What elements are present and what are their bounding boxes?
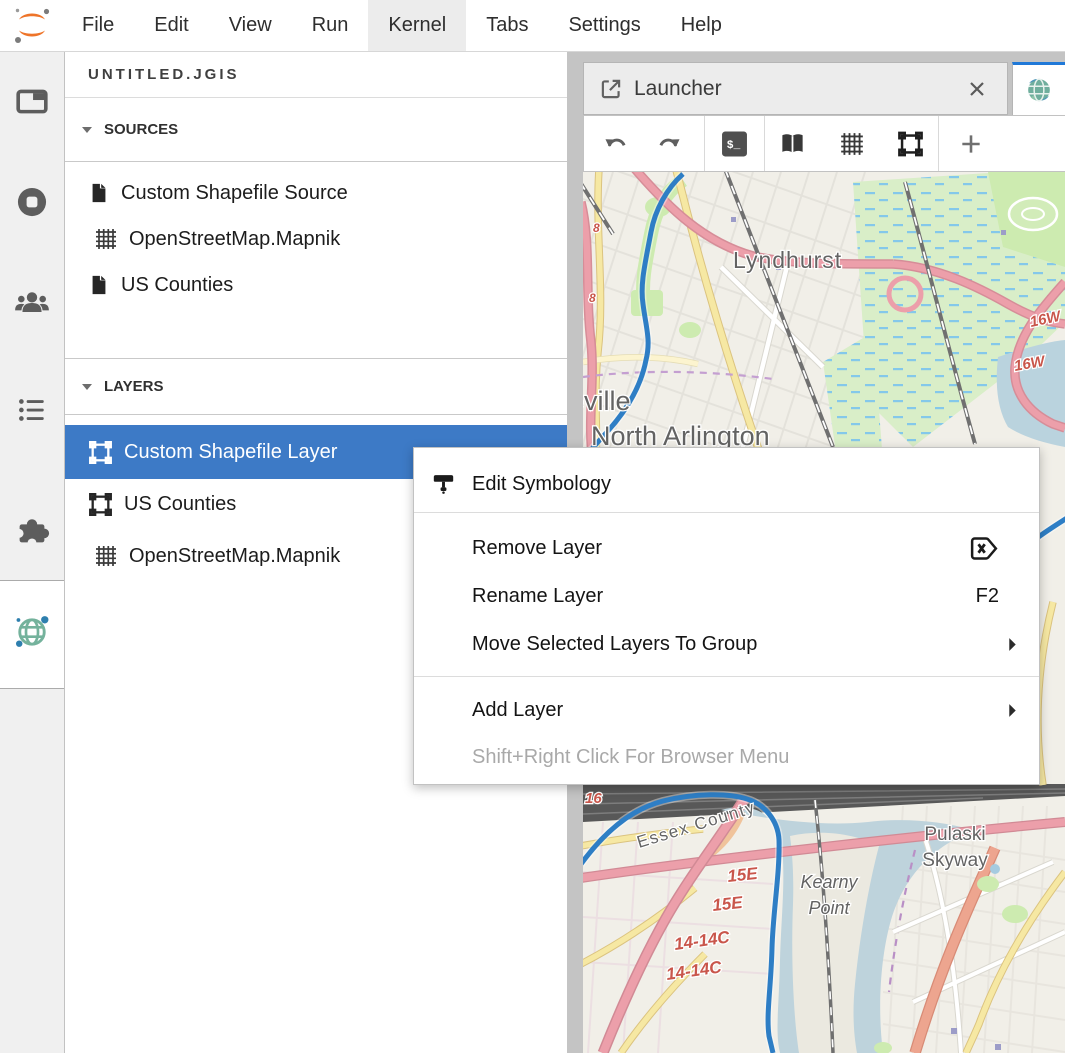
layers-section-header[interactable]: LAYERS [64, 358, 567, 415]
menu-item-rename-layer[interactable]: Rename Layer F2 [414, 574, 1039, 618]
raster-grid-icon [94, 544, 118, 568]
submenu-arrow-icon [1008, 703, 1017, 718]
vector-polygon-icon [88, 492, 113, 517]
menu-item-label: Edit Symbology [472, 473, 611, 496]
map-label-15e: 15E [711, 893, 744, 915]
layer-item-label: US Counties [124, 493, 236, 516]
running-kernels-icon[interactable] [12, 182, 52, 222]
map-label-8: 8 [593, 221, 600, 235]
toolbar-separator [764, 116, 765, 171]
menu-item-remove-layer[interactable]: Remove Layer [414, 526, 1039, 570]
collapse-triangle-icon [81, 383, 93, 391]
menu-item-label: Add Layer [472, 699, 563, 722]
extension-manager-icon[interactable] [12, 510, 52, 550]
map-label-16: 16 [585, 790, 602, 807]
map-toolbar [583, 115, 1065, 172]
add-raster-layer-button[interactable] [839, 131, 865, 157]
file-icon [88, 274, 110, 296]
add-button[interactable] [958, 131, 984, 157]
menu-item-browser-menu-hint: Shift+Right Click For Browser Menu [414, 736, 1039, 778]
menu-settings[interactable]: Settings [548, 0, 660, 51]
tab-launcher[interactable]: Launcher [583, 62, 1008, 115]
collapse-triangle-icon [81, 126, 93, 134]
jgis-globe-icon [1024, 75, 1054, 105]
paint-roller-icon [431, 472, 456, 497]
menu-view[interactable]: View [209, 0, 292, 51]
map-label-pulaski2: Skyway [922, 850, 988, 871]
menu-help[interactable]: Help [661, 0, 742, 51]
map-label-pulaski1: Pulaski [924, 824, 985, 845]
map-label-town: Lyndhurst [733, 247, 842, 273]
menu-item-label: Rename Layer [472, 585, 603, 608]
tab-launcher-label: Launcher [634, 77, 722, 101]
new-terminal-button[interactable] [721, 130, 748, 157]
undo-button[interactable] [602, 131, 628, 157]
menu-divider [414, 512, 1039, 513]
menu-kernel[interactable]: Kernel [368, 0, 466, 51]
close-icon[interactable] [965, 77, 989, 101]
menu-item-label: Shift+Right Click For Browser Menu [472, 746, 789, 769]
menu-item-move-to-group[interactable]: Move Selected Layers To Group [414, 622, 1039, 666]
launcher-icon [598, 76, 624, 102]
file-icon [88, 182, 110, 204]
raster-grid-icon [94, 227, 118, 251]
file-browser-icon[interactable] [12, 81, 52, 121]
menu-edit[interactable]: Edit [134, 0, 208, 51]
source-item-label: US Counties [121, 274, 233, 297]
toolbar-separator [938, 116, 939, 171]
map-label-kearny2: Point [808, 898, 850, 918]
menu-bar: File Edit View Run Kernel Tabs Settings … [0, 0, 1065, 52]
activity-sidebar [0, 51, 65, 1053]
source-item-openstreetmap[interactable]: OpenStreetMap.Mapnik [64, 216, 567, 262]
tab-jgis-active[interactable] [1012, 62, 1065, 115]
menu-run[interactable]: Run [292, 0, 369, 51]
menu-item-label: Remove Layer [472, 537, 602, 560]
menu-item-label: Move Selected Layers To Group [472, 633, 757, 656]
menu-tabs[interactable]: Tabs [466, 0, 548, 51]
jupytergis-globe-icon[interactable] [12, 612, 52, 652]
map-label-15e: 15E [726, 864, 759, 886]
redo-button[interactable] [657, 131, 683, 157]
submenu-arrow-icon [1008, 637, 1017, 652]
menu-file[interactable]: File [62, 0, 134, 51]
layer-item-label: OpenStreetMap.Mapnik [129, 545, 340, 568]
layer-item-label: Custom Shapefile Layer [124, 441, 337, 464]
vector-polygon-icon [88, 440, 113, 465]
menu-item-edit-symbology[interactable]: Edit Symbology [414, 458, 1039, 510]
menu-item-add-layer[interactable]: Add Layer [414, 688, 1039, 732]
layer-context-menu: Edit Symbology Remove Layer Rename Layer… [413, 447, 1040, 785]
panel-title: UNTITLED.JGIS [64, 51, 567, 98]
menu-items: File Edit View Run Kernel Tabs Settings … [62, 0, 742, 51]
source-item-custom-shapefile[interactable]: Custom Shapefile Source [64, 170, 567, 216]
layers-header-label: LAYERS [104, 378, 163, 395]
collaboration-users-icon[interactable] [12, 283, 52, 323]
shortcut-f2: F2 [976, 585, 999, 608]
source-item-label: OpenStreetMap.Mapnik [129, 228, 340, 251]
map-label-kearny1: Kearny [800, 872, 858, 892]
map-label-town-partial: eville [583, 386, 631, 416]
remove-tag-icon [969, 536, 999, 561]
jupyter-logo-icon [10, 3, 54, 47]
menu-divider [414, 676, 1039, 677]
sources-section-header[interactable]: SOURCES [64, 98, 567, 162]
sources-header-label: SOURCES [104, 121, 178, 138]
table-of-contents-icon[interactable] [12, 390, 52, 430]
source-item-label: Custom Shapefile Source [121, 182, 348, 205]
toolbar-separator [704, 116, 705, 171]
map-label-8: 8 [589, 291, 596, 305]
add-vector-layer-button[interactable] [897, 130, 924, 157]
source-item-us-counties[interactable]: US Counties [64, 262, 567, 308]
open-book-button[interactable] [779, 130, 806, 157]
